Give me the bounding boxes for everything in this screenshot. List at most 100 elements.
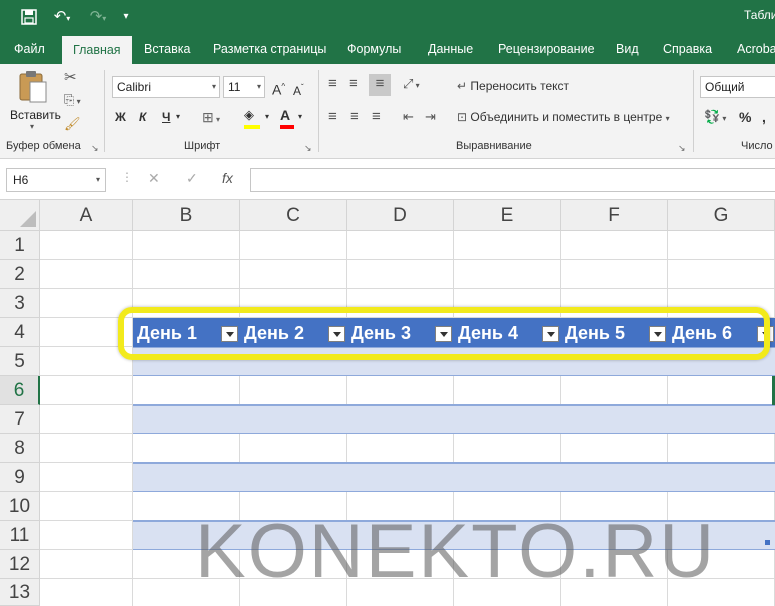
merge-center-button[interactable]: ⊡ Объединить и поместить в центре ▾ — [457, 107, 670, 129]
table-row[interactable] — [133, 376, 775, 405]
currency-icon[interactable]: 💱 ▾ — [704, 107, 726, 129]
window-title: Табли — [744, 8, 775, 22]
paste-button[interactable]: Вставить ▾ — [6, 70, 61, 132]
font-color-glyph: A — [280, 107, 291, 123]
font-size-value: 11 — [228, 80, 241, 94]
wrap-text-button[interactable]: ↵ Переносить текст — [457, 76, 569, 96]
align-top-icon[interactable]: ≡ — [328, 74, 337, 94]
row-header-6[interactable]: 6 — [0, 376, 40, 405]
column-header-g[interactable]: G — [668, 200, 775, 231]
row-header-7[interactable]: 7 — [0, 405, 40, 434]
select-all-button[interactable] — [0, 200, 40, 231]
table-row[interactable] — [133, 434, 775, 463]
comma-style-button[interactable]: , — [762, 107, 766, 127]
customize-icon[interactable]: ▾ — [118, 5, 134, 29]
table-row[interactable] — [133, 405, 775, 434]
launcher-icon[interactable]: ↘ — [678, 143, 686, 154]
merge-cells-icon: ⊡ — [457, 110, 468, 124]
row-header-13[interactable]: 13 — [0, 579, 40, 606]
font-name-select[interactable]: Calibri ▾ — [112, 76, 220, 98]
cancel-icon[interactable]: ✕ — [148, 170, 160, 187]
column-header-c[interactable]: C — [240, 200, 347, 231]
shrink-font-button[interactable]: Aˇ — [293, 78, 304, 101]
formula-input[interactable] — [250, 168, 775, 192]
row-header-12[interactable]: 12 — [0, 550, 40, 579]
chevron-down-icon: ▾ — [30, 122, 35, 131]
tab-insert[interactable]: Вставка — [144, 34, 190, 64]
row-header-2[interactable]: 2 — [0, 260, 40, 289]
group-divider — [104, 70, 105, 152]
tab-formulas[interactable]: Формулы — [347, 34, 401, 64]
row-header-11[interactable]: 11 — [0, 521, 40, 550]
row-header-3[interactable]: 3 — [0, 289, 40, 318]
fill-bucket-icon: ◈ — [244, 107, 254, 122]
chevron-down-icon[interactable]: ▾ — [265, 107, 269, 127]
tab-file[interactable]: Файл — [14, 34, 45, 64]
save-icon[interactable] — [18, 5, 40, 29]
fill-color-button[interactable]: ◈ — [244, 105, 260, 129]
cut-icon[interactable]: ✂ — [64, 68, 77, 88]
row-header-1[interactable]: 1 — [0, 231, 40, 260]
font-group-label: Шрифт — [184, 140, 221, 152]
column-header-a[interactable]: A — [40, 200, 133, 231]
tab-acrobat[interactable]: Acrobat — [737, 34, 775, 64]
undo-icon[interactable]: ↶▾ — [48, 5, 76, 29]
font-size-select[interactable]: 11 ▾ — [223, 76, 265, 98]
bold-button[interactable]: Ж — [115, 107, 126, 127]
chevron-down-icon: ▾ — [256, 82, 261, 91]
ribbon-tabs: Файл Главная Вставка Разметка страницы Ф… — [0, 34, 775, 64]
decrease-indent-icon[interactable]: ⇤ — [403, 107, 414, 127]
formula-bar: H6 ▾ ⋮ ✕ ✓ fx — [0, 160, 775, 200]
underline-button[interactable]: Ч — [162, 107, 170, 127]
wrap-text-label: Переносить текст — [470, 79, 570, 93]
watermark: KONEKTO.RU — [195, 509, 717, 594]
fill-color-bar — [244, 125, 260, 129]
clipboard-group-label: Буфер обмена — [6, 140, 81, 152]
table-resize-handle[interactable] — [765, 540, 770, 545]
percent-button[interactable]: % — [739, 107, 751, 127]
column-header-f[interactable]: F — [561, 200, 668, 231]
row-header-4[interactable]: 4 — [0, 318, 40, 347]
redo-icon[interactable]: ↷▾ — [84, 5, 112, 29]
group-divider — [693, 70, 694, 152]
launcher-icon[interactable]: ↘ — [91, 143, 99, 154]
row-header-10[interactable]: 10 — [0, 492, 40, 521]
format-painter-icon[interactable]: 🖌 — [64, 114, 81, 134]
align-right-icon[interactable]: ≡ — [372, 107, 381, 127]
tab-view[interactable]: Вид — [616, 34, 639, 64]
align-bottom-icon[interactable]: ≡ — [369, 74, 391, 96]
tab-page-layout[interactable]: Разметка страницы — [213, 34, 326, 64]
italic-button[interactable]: К — [139, 107, 146, 127]
launcher-icon[interactable]: ↘ — [304, 143, 312, 154]
table-row[interactable] — [133, 463, 775, 492]
tab-review[interactable]: Рецензирование — [498, 34, 595, 64]
chevron-down-icon[interactable]: ▾ — [298, 107, 302, 127]
column-header-e[interactable]: E — [454, 200, 561, 231]
borders-icon[interactable]: ⊞ ▾ — [202, 107, 220, 130]
align-left-icon[interactable]: ≡ — [328, 107, 337, 127]
column-header-b[interactable]: B — [133, 200, 240, 231]
chevron-down-icon: ▾ — [95, 175, 100, 184]
number-format-select[interactable]: Общий — [700, 76, 775, 98]
name-box-value: H6 — [13, 173, 29, 187]
tab-help[interactable]: Справка — [663, 34, 712, 64]
font-color-button[interactable]: A — [280, 105, 294, 129]
grow-font-button[interactable]: A^ — [272, 77, 285, 100]
tab-home[interactable]: Главная — [62, 36, 132, 64]
chevron-down-icon[interactable]: ▾ — [176, 107, 180, 127]
column-header-d[interactable]: D — [347, 200, 454, 231]
copy-icon[interactable]: ⎘ ▾ — [64, 90, 81, 112]
orientation-icon[interactable]: ⤢ ▾ — [403, 74, 420, 96]
tab-data[interactable]: Данные — [428, 34, 473, 64]
chevron-down-icon: ▾ — [665, 114, 670, 123]
row-header-8[interactable]: 8 — [0, 434, 40, 463]
enter-icon[interactable]: ✓ — [186, 170, 198, 187]
increase-indent-icon[interactable]: ⇥ — [425, 107, 436, 127]
align-middle-icon[interactable]: ≡ — [349, 74, 358, 94]
name-box[interactable]: H6 ▾ — [6, 168, 106, 192]
align-center-icon[interactable]: ≡ — [350, 107, 359, 127]
insert-function-icon[interactable]: fx — [222, 170, 233, 186]
number-format-value: Общий — [705, 80, 745, 94]
row-header-9[interactable]: 9 — [0, 463, 40, 492]
row-header-5[interactable]: 5 — [0, 347, 40, 376]
